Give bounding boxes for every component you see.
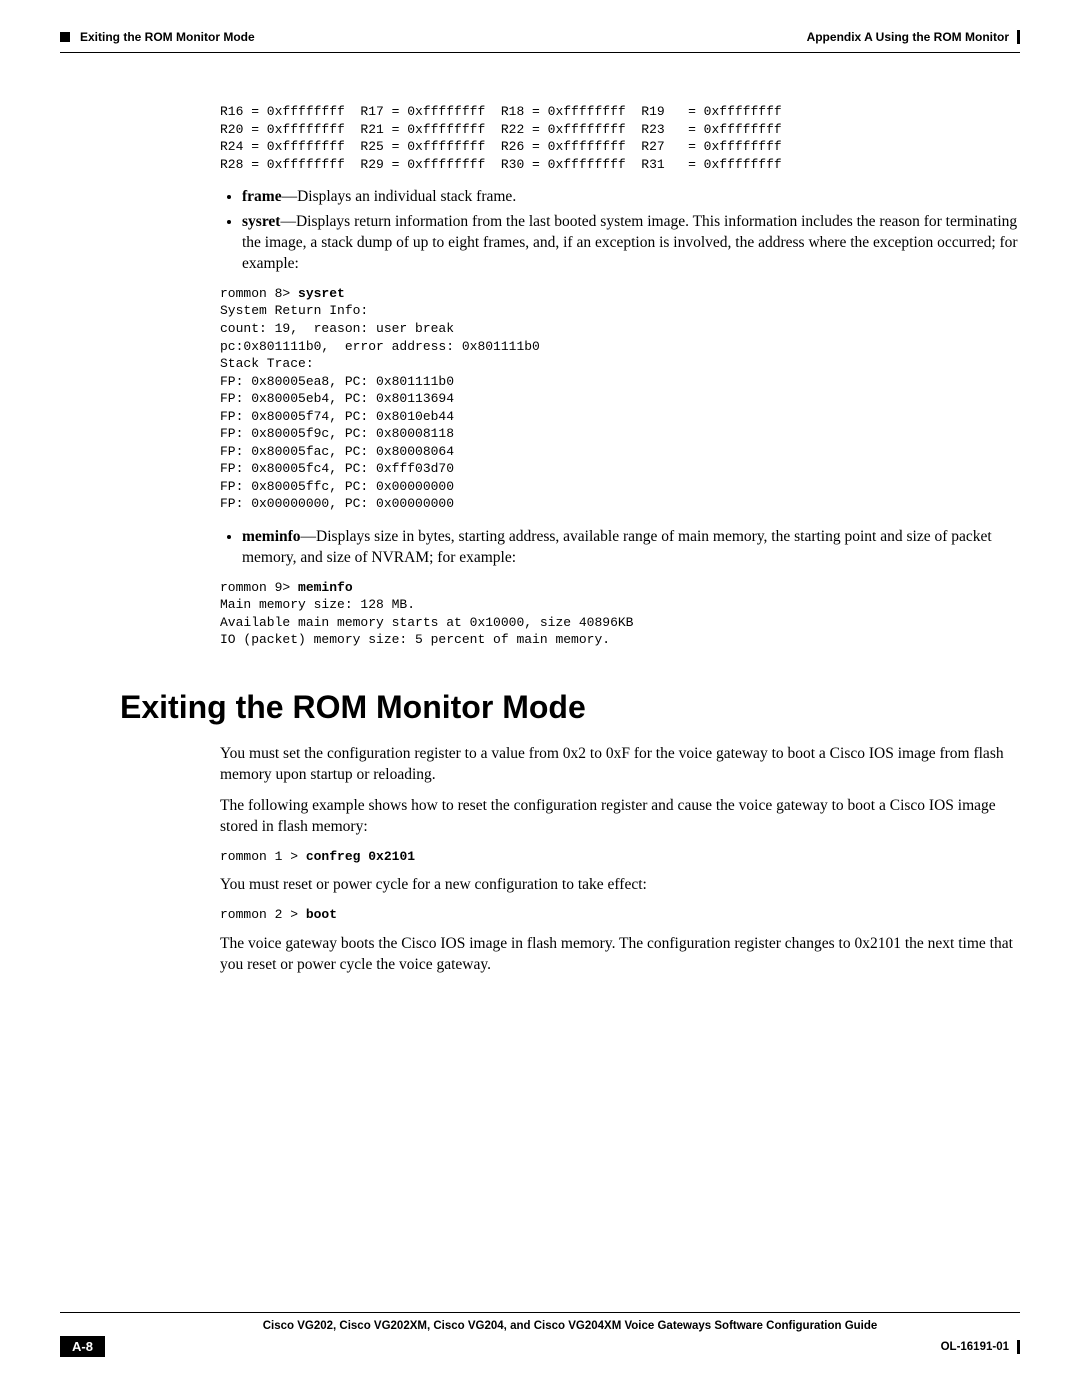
header-right: Appendix A Using the ROM Monitor	[807, 30, 1020, 44]
term-sysret: sysret	[242, 213, 280, 230]
para-2: The following example shows how to reset…	[220, 796, 1020, 838]
confreg-line: rommon 1 > confreg 0x2101	[220, 848, 1020, 866]
term-frame: frame	[242, 188, 282, 205]
header-left: Exiting the ROM Monitor Mode	[60, 30, 255, 44]
sysret-command: sysret	[298, 286, 345, 301]
meminfo-command: meminfo	[298, 580, 353, 595]
doc-number: OL-16191-01	[941, 1340, 1020, 1354]
footer-row: A-8 OL-16191-01	[60, 1336, 1020, 1357]
main-content: R16 = 0xffffffff R17 = 0xffffffff R18 = …	[60, 53, 1020, 976]
doc-number-text: OL-16191-01	[941, 1341, 1009, 1353]
page: Exiting the ROM Monitor Mode Appendix A …	[0, 0, 1080, 1397]
page-number-badge: A-8	[60, 1336, 105, 1357]
footer-right-bar	[1017, 1340, 1020, 1354]
desc-frame: —Displays an individual stack frame.	[282, 188, 517, 205]
header-left-section: Exiting the ROM Monitor Mode	[80, 30, 255, 44]
term-meminfo: meminfo	[242, 528, 301, 545]
page-header: Exiting the ROM Monitor Mode Appendix A …	[60, 30, 1020, 50]
boot-line: rommon 2 > boot	[220, 906, 1020, 924]
para-1: You must set the configuration register …	[220, 744, 1020, 786]
bullet-list-1: frame—Displays an individual stack frame…	[220, 187, 1020, 275]
header-right-appendix: Appendix A Using the ROM Monitor	[807, 30, 1009, 44]
desc-sysret: —Displays return information from the la…	[242, 213, 1018, 272]
footer-guide-title: Cisco VG202, Cisco VG202XM, Cisco VG204,…	[203, 1320, 878, 1332]
bullet-frame: frame—Displays an individual stack frame…	[242, 187, 1020, 208]
boot-command: boot	[306, 907, 337, 922]
desc-meminfo: —Displays size in bytes, starting addres…	[242, 528, 992, 566]
registers-dump: R16 = 0xffffffff R17 = 0xffffffff R18 = …	[220, 103, 1020, 173]
meminfo-body: Main memory size: 128 MB. Available main…	[220, 597, 633, 647]
para-3: You must reset or power cycle for a new …	[220, 875, 1020, 896]
meminfo-prompt: rommon 9>	[220, 580, 298, 595]
header-left-marker	[60, 32, 70, 42]
sysret-body: System Return Info: count: 19, reason: u…	[220, 303, 540, 511]
para-4: The voice gateway boots the Cisco IOS im…	[220, 934, 1020, 976]
meminfo-output: rommon 9> meminfo Main memory size: 128 …	[220, 579, 1020, 649]
confreg-command: confreg 0x2101	[306, 849, 415, 864]
bullet-sysret: sysret—Displays return information from …	[242, 212, 1020, 275]
footer-rule	[60, 1312, 1020, 1313]
header-right-bar	[1017, 30, 1020, 44]
page-footer: Cisco VG202, Cisco VG202XM, Cisco VG204,…	[60, 1312, 1020, 1357]
sysret-prompt: rommon 8>	[220, 286, 298, 301]
sysret-output: rommon 8> sysret System Return Info: cou…	[220, 285, 1020, 513]
confreg-prompt: rommon 1 >	[220, 849, 306, 864]
section-heading: Exiting the ROM Monitor Mode	[120, 689, 1020, 726]
bullet-meminfo: meminfo—Displays size in bytes, starting…	[242, 527, 1020, 569]
boot-prompt: rommon 2 >	[220, 907, 306, 922]
bullet-list-2: meminfo—Displays size in bytes, starting…	[220, 527, 1020, 569]
